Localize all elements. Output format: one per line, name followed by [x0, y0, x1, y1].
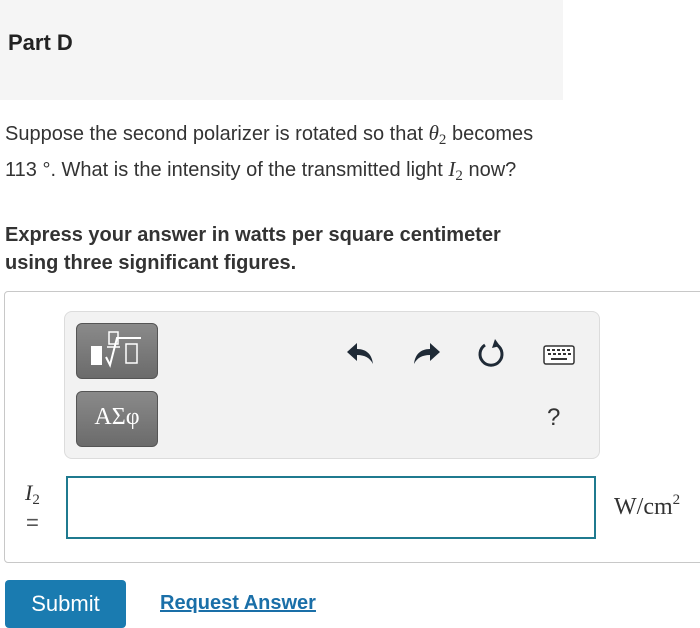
question-text: Suppose the second polarizer is rotated …	[5, 119, 565, 191]
equals-sign: =	[26, 510, 39, 535]
greek-symbols-label: ΑΣφ	[94, 404, 140, 430]
math-toolbar: ΑΣφ ?	[64, 311, 600, 459]
templates-button[interactable]	[76, 323, 158, 379]
greek-symbols-button[interactable]: ΑΣφ	[76, 391, 158, 447]
answer-instruction: Express your answer in watts per square …	[5, 224, 501, 274]
fraction-root-template-icon	[91, 331, 141, 368]
answer-variable-label: I2	[25, 480, 40, 508]
answer-input[interactable]	[66, 476, 596, 539]
theta-variable: θ2	[428, 121, 447, 148]
part-header: Part D	[0, 0, 563, 100]
part-title: Part D	[8, 30, 73, 55]
question-text-part-3: now?	[462, 159, 517, 181]
keyboard-icon[interactable]	[543, 345, 575, 365]
question-text-part-1: Suppose the second polarizer is rotated …	[5, 123, 429, 145]
intensity-variable: I2	[448, 157, 463, 184]
request-answer-link[interactable]: Request Answer	[160, 592, 316, 615]
help-button[interactable]: ?	[547, 404, 560, 432]
unit-label: W/cm2	[614, 492, 681, 520]
undo-icon[interactable]	[345, 339, 377, 367]
redo-icon[interactable]	[410, 339, 442, 367]
reset-icon[interactable]	[475, 337, 507, 369]
submit-button[interactable]: Submit	[5, 580, 126, 628]
